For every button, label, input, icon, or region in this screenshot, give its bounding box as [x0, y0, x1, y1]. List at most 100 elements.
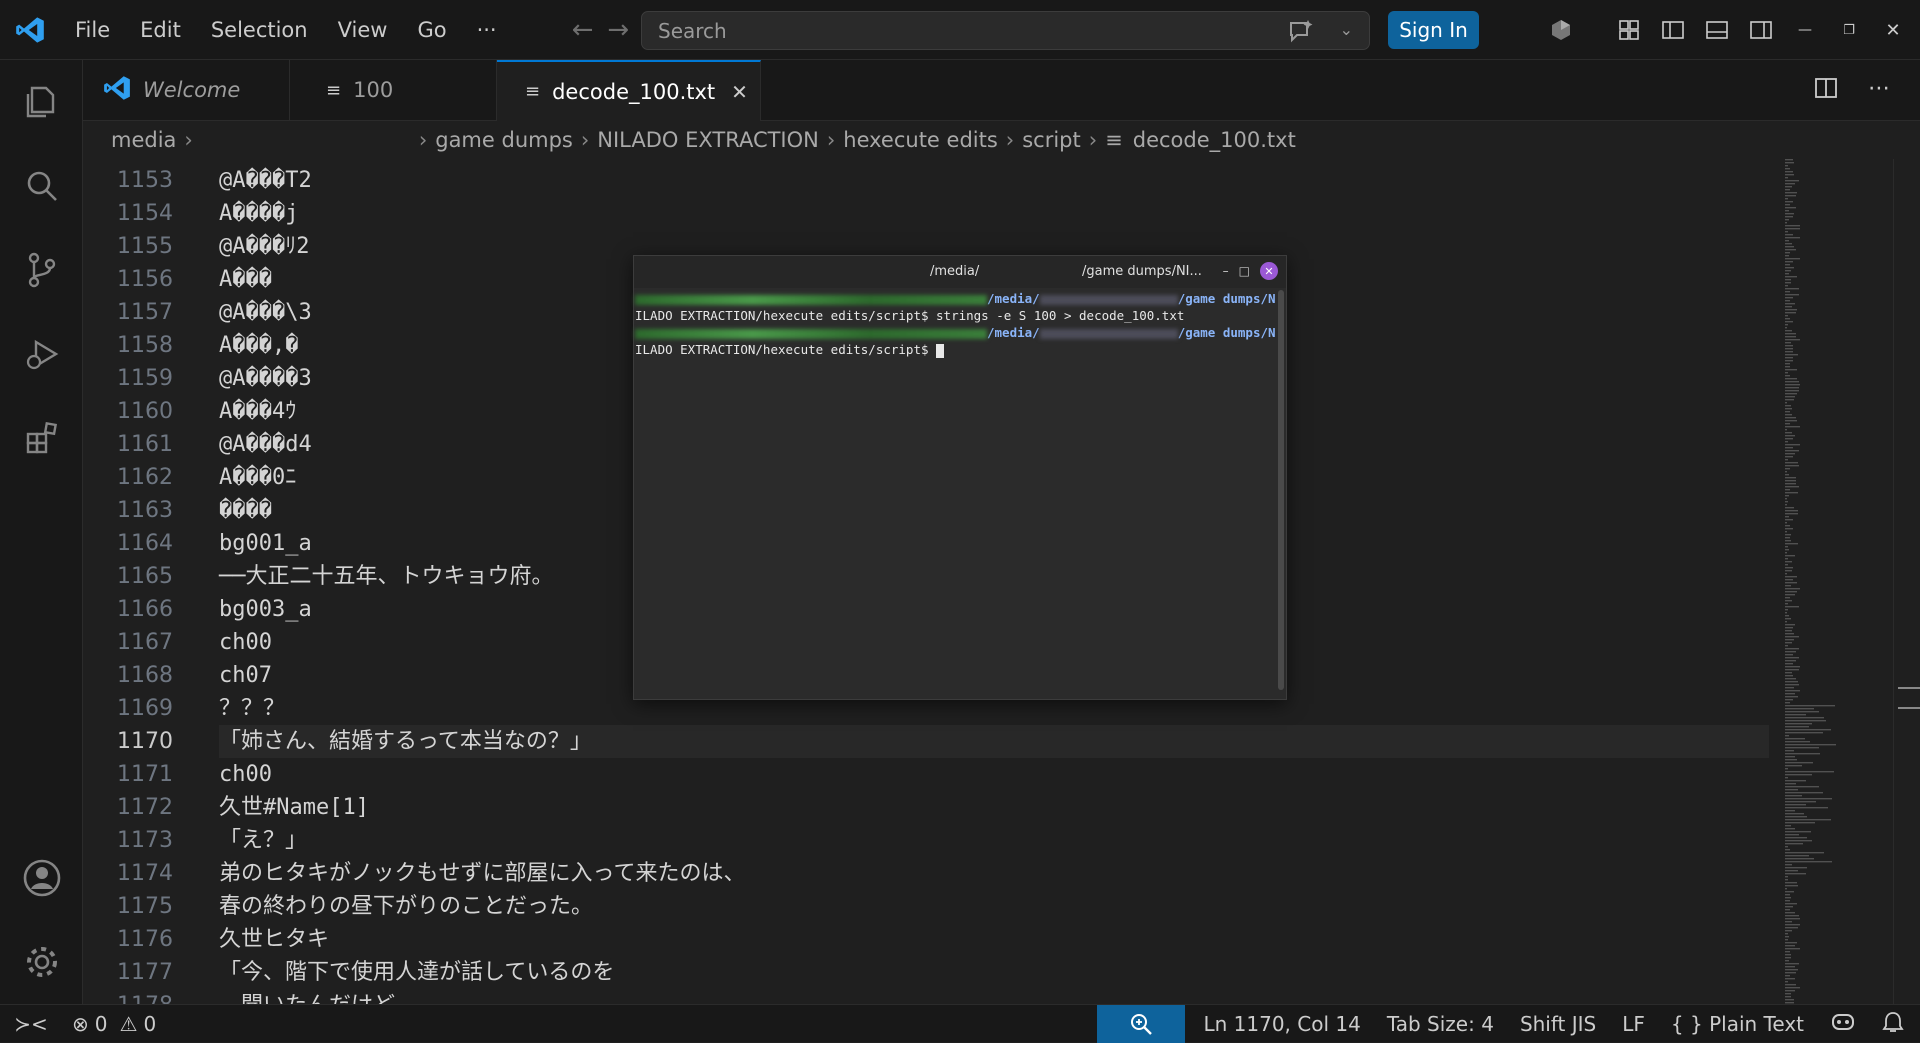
breadcrumb-root[interactable]: media [111, 128, 176, 152]
problems-indicator[interactable]: ⊗ 0 ⚠ 0 [72, 1012, 156, 1036]
editor-line[interactable]: 1175 春の終わりの昼下がりのことだった。 [83, 890, 1783, 923]
minimap-line [1785, 384, 1800, 386]
file-encoding[interactable]: Shift JIS [1507, 1012, 1609, 1036]
minimap-line [1785, 804, 1806, 806]
text-cursor [936, 343, 945, 358]
close-window-icon[interactable]: ✕ [1880, 17, 1906, 43]
toggle-panel-icon[interactable] [1704, 17, 1730, 43]
line-text[interactable]: 弟のヒタキがノックもせずに部屋に入って来たのは、 [219, 857, 1769, 890]
more-actions-icon[interactable]: ⋯ [1868, 76, 1890, 106]
line-text[interactable]: 「今、階下で使用人達が話しているのを [219, 956, 1769, 989]
menu-edit[interactable]: Edit [125, 0, 196, 60]
minimap-line [1785, 408, 1792, 410]
settings-gear-icon[interactable] [0, 920, 83, 1004]
editor-line[interactable]: 1174 弟のヒタキがノックもせずに部屋に入って来たのは、 [83, 857, 1783, 890]
minimap-line [1785, 999, 1794, 1001]
line-text[interactable]: ch00 [219, 758, 1769, 791]
line-text[interactable]: A����j [219, 197, 1769, 230]
search-icon[interactable] [0, 144, 83, 228]
restore-icon[interactable]: ❐ [1836, 17, 1862, 43]
copilot-icon[interactable] [1548, 17, 1574, 43]
line-text[interactable]: 「え？」 [219, 824, 1769, 857]
menu-selection[interactable]: Selection [196, 0, 323, 60]
terminal-output[interactable]: /media/ /game dumps/N ILADO EXTRACTION/he… [634, 288, 1286, 358]
chat-sparkle-icon[interactable] [1287, 18, 1315, 48]
terminal-title-bar[interactable]: /media/ /game dumps/NI... – □ ✕ [634, 256, 1286, 288]
split-editor-icon[interactable] [1814, 76, 1838, 106]
back-arrow-icon[interactable]: ← [572, 15, 594, 45]
line-text[interactable]: 「姉さん、結婚するって本当なの？」 [219, 725, 1769, 758]
menu-file[interactable]: File [60, 0, 125, 60]
zoom-indicator[interactable] [1097, 1005, 1186, 1043]
minimap-line [1785, 522, 1787, 524]
minimap-line [1785, 918, 1800, 920]
editor-line[interactable]: 1172 久世#Name[1] [83, 791, 1783, 824]
minimize-icon[interactable]: — [1792, 17, 1818, 43]
notifications-bell-icon[interactable] [1869, 1010, 1920, 1039]
copilot-status-icon[interactable] [1817, 1011, 1869, 1038]
source-control-icon[interactable] [0, 228, 83, 312]
minimap-line [1785, 312, 1796, 314]
editor-line[interactable]: 1171 ch00 [83, 758, 1783, 791]
editor-line[interactable]: 1176 久世ヒタキ [83, 923, 1783, 956]
line-text[interactable]: 聞いたんだけど、 [219, 989, 1769, 1004]
customize-layout-icon[interactable] [1616, 17, 1642, 43]
run-debug-icon[interactable] [0, 312, 83, 396]
minimap-line [1785, 453, 1795, 455]
chevron-down-icon[interactable]: ⌄ [1340, 20, 1353, 39]
minimap-line [1785, 426, 1800, 428]
breadcrumb-item[interactable]: game dumps [435, 128, 573, 152]
breadcrumb-item[interactable]: hexecute edits [843, 128, 998, 152]
editor-line[interactable]: 1170 「姉さん、結婚するって本当なの？」 [83, 725, 1783, 758]
toggle-secondary-sidebar-icon[interactable] [1748, 17, 1774, 43]
zoom-in-icon [1131, 1014, 1153, 1035]
line-text[interactable]: @A���T2 [219, 164, 1769, 197]
terminal-scrollbar[interactable] [1278, 290, 1284, 690]
search-input[interactable] [658, 18, 1258, 43]
minimap-line [1785, 321, 1793, 323]
breadcrumb-item[interactable]: script [1022, 128, 1081, 152]
minimap-line [1785, 303, 1795, 305]
menu-more[interactable]: ··· [462, 0, 512, 60]
vertical-scrollbar[interactable] [1893, 159, 1920, 1004]
editor-line[interactable]: 1154 A����j [83, 197, 1783, 230]
tab-size[interactable]: Tab Size: 4 [1374, 1012, 1507, 1036]
close-tab-icon[interactable]: ✕ [731, 80, 748, 104]
editor-line[interactable]: 1173 「え？」 [83, 824, 1783, 857]
line-text[interactable]: 春の終わりの昼下がりのことだった。 [219, 890, 1769, 923]
cursor-position[interactable]: Ln 1170, Col 14 [1185, 1012, 1373, 1036]
minimap[interactable] [1783, 159, 1893, 1004]
maximize-icon[interactable]: □ [1239, 264, 1250, 278]
forward-arrow-icon[interactable]: → [607, 15, 629, 45]
line-number: 1154 [117, 201, 173, 226]
end-of-line[interactable]: LF [1609, 1012, 1658, 1036]
minimap-line [1785, 207, 1796, 209]
terminal-window[interactable]: /media/ /game dumps/NI... – □ ✕ /media//… [633, 255, 1287, 700]
chevron-right-icon: › [1005, 128, 1015, 152]
tab-100[interactable]: ≡ 100 [290, 60, 497, 120]
menu-go[interactable]: Go [402, 0, 461, 60]
command-center-search[interactable]: ⌄ [641, 11, 1370, 50]
editor-line[interactable]: 1177 「今、階下で使用人達が話しているのを [83, 956, 1783, 989]
tab-decode-100[interactable]: ≡ decode_100.txt ✕ [497, 60, 761, 121]
line-text[interactable]: 久世#Name[1] [219, 791, 1769, 824]
toggle-primary-sidebar-icon[interactable] [1660, 17, 1686, 43]
close-icon[interactable]: ✕ [1260, 262, 1278, 280]
breadcrumb-item[interactable]: decode_100.txt [1133, 128, 1296, 152]
extensions-icon[interactable] [0, 396, 83, 480]
explorer-icon[interactable] [0, 60, 83, 144]
minimize-icon[interactable]: – [1223, 264, 1229, 278]
terminal-path: /game dumps/N [1177, 325, 1276, 340]
editor-line[interactable]: 1153 @A���T2 [83, 164, 1783, 197]
breadcrumb-item[interactable]: NILADO EXTRACTION [597, 128, 819, 152]
menu-view[interactable]: View [323, 0, 403, 60]
accounts-icon[interactable] [0, 836, 83, 920]
language-mode[interactable]: { } Plain Text [1658, 1012, 1817, 1036]
tab-welcome[interactable]: Welcome [83, 60, 290, 120]
sign-in-button[interactable]: Sign In [1388, 11, 1479, 49]
minimap-line [1785, 498, 1787, 500]
minimap-line [1785, 555, 1795, 557]
editor-line[interactable]: 1178 聞いたんだけど、 [83, 989, 1783, 1004]
line-text[interactable]: 久世ヒタキ [219, 923, 1769, 956]
remote-indicator-icon[interactable]: ≻< [0, 1005, 62, 1043]
